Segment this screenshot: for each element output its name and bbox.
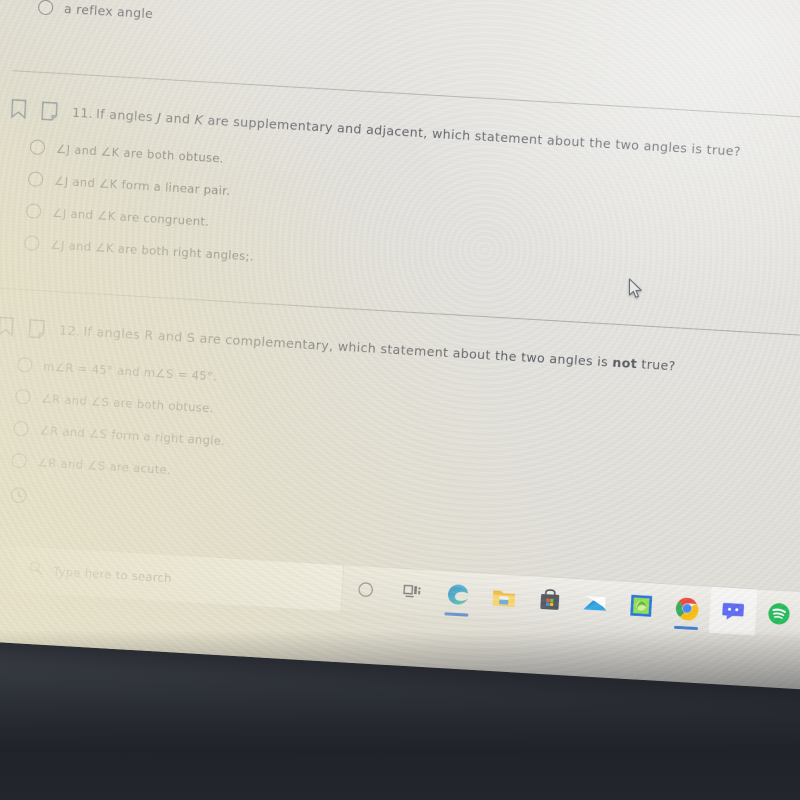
chrome-icon[interactable] [663,584,712,633]
option-label: ∠J and ∠K are congruent. [51,205,210,229]
clock-icon[interactable] [9,487,28,509]
cortana-icon[interactable] [341,565,390,614]
mail-icon[interactable] [571,578,620,627]
question-number: 11. [71,104,94,121]
note-page-icon[interactable] [41,100,59,121]
question-block-12: 12. If angles R and S are complementary, … [0,289,800,556]
question-number: 12. [58,322,81,339]
discord-icon[interactable] [708,586,758,635]
question-icon-group [10,98,59,122]
radio-unselected-icon[interactable] [23,235,40,251]
microsoft-store-icon[interactable] [525,576,574,625]
option-label: ∠J and ∠K are both right angles;. [49,237,255,264]
option-label: ∠R and ∠S are both obtuse. [40,390,215,415]
search-placeholder: Type here to search [52,563,173,585]
option-label: ∠J and ∠K form a linear pair. [53,173,231,198]
search-icon [28,560,44,580]
quiz-content: a reflex angle 11. If angles J and K are… [0,0,800,555]
windows-taskbar: Type here to search [0,542,800,641]
spotify-icon[interactable] [755,589,800,638]
radio-unselected-icon[interactable] [27,171,44,188]
radio-unselected-icon[interactable] [29,139,46,156]
laptop-screen: a reflex angle 11. If angles J and K are… [0,0,800,692]
option-label: ∠J and ∠K are both obtuse. [55,141,225,166]
note-page-icon[interactable] [28,318,46,339]
radio-unselected-icon[interactable] [25,203,42,220]
radio-unselected-icon[interactable] [13,420,29,437]
radio-unselected-icon[interactable] [14,388,31,405]
radio-unselected-icon[interactable] [11,452,28,469]
file-explorer-icon[interactable] [479,573,528,622]
option-label: a reflex angle [63,1,154,22]
task-view-icon[interactable] [387,568,436,617]
photos-icon[interactable] [617,581,666,630]
option-label: ∠R and ∠S form a right angle. [39,422,226,448]
bookmark-flag-icon[interactable] [0,316,15,338]
edge-icon[interactable] [433,570,482,619]
question-icon-group [0,316,46,340]
option-label: m∠R = 45° and m∠S = 45°. [42,358,218,384]
bookmark-flag-icon[interactable] [10,98,28,120]
taskbar-items [341,565,800,638]
radio-unselected-icon[interactable] [16,356,33,373]
photo-of-laptop-screen: a reflex angle 11. If angles J and K are… [0,0,800,800]
option-label: ∠R and ∠S are acute. [37,454,172,477]
radio-unselected-icon[interactable] [37,0,54,16]
search-input[interactable]: Type here to search [11,545,345,611]
